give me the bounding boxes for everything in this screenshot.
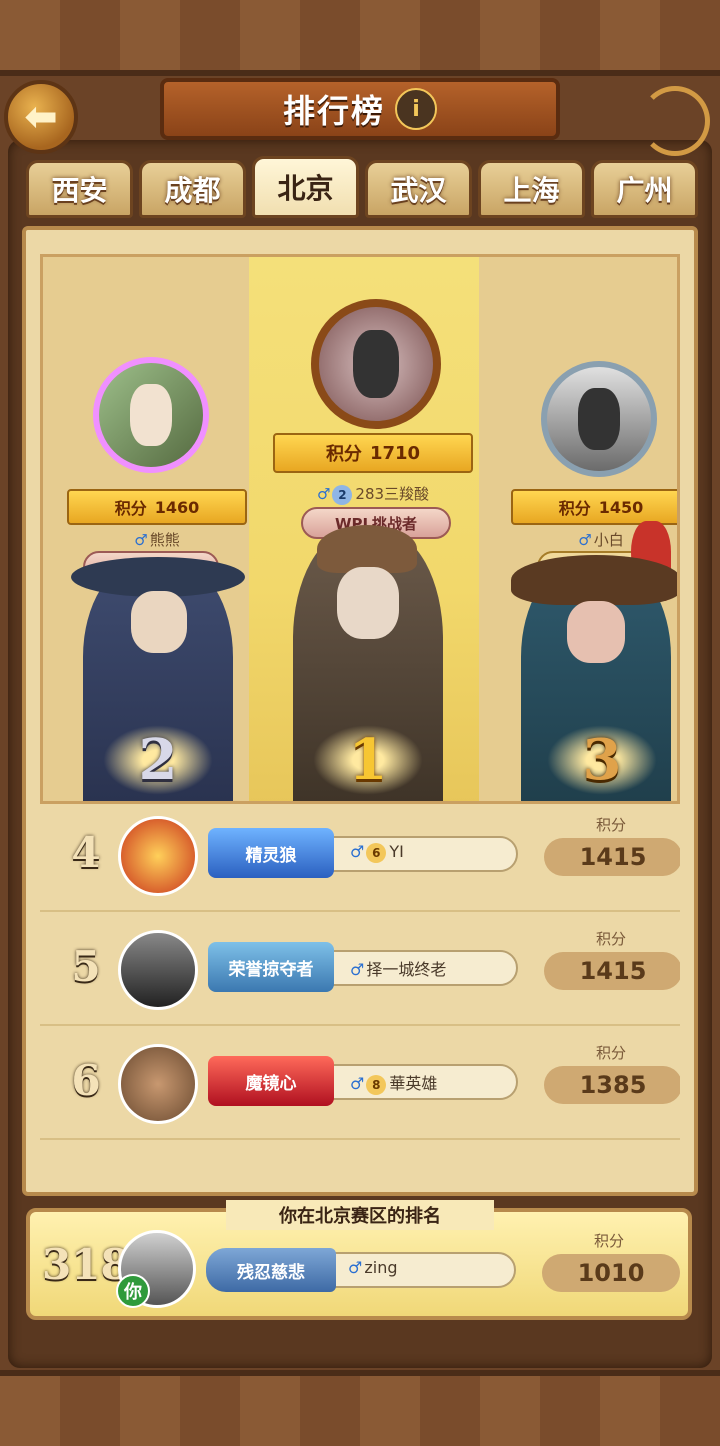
tab-shanghai[interactable]: 上海 <box>478 160 585 218</box>
bottom-wood-border <box>0 1370 720 1446</box>
my-rank-number: 318 <box>42 1240 130 1289</box>
player-name-text: 華英雄 <box>389 1074 438 1093</box>
male-icon: ♂ <box>350 960 365 979</box>
player-name: ♂ 6 YI <box>350 842 404 863</box>
player-name-text: 择一城终老 <box>366 960 447 979</box>
player-name: ♂ 8 華英雄 <box>350 1070 437 1095</box>
avatar[interactable] <box>118 816 198 896</box>
list-item[interactable]: 4 精灵狼 ♂ 6 YI 积分 1415 <box>40 806 680 912</box>
rank-3-medal: 3 <box>547 725 657 795</box>
player-name: ♂ 择一城终老 <box>350 956 446 980</box>
second-score: 1460 <box>154 497 200 517</box>
level-badge: 8 <box>366 1075 387 1095</box>
row-rank: 4 <box>71 828 101 877</box>
ranking-list[interactable]: 4 精灵狼 ♂ 6 YI 积分 1415 5 荣誉掠夺者 ♂ 择一城终老 积分 141… <box>40 806 680 1192</box>
level-badge: 6 <box>366 843 387 863</box>
points-value: 1385 <box>544 1066 680 1104</box>
rank-1-medal: 1 <box>313 725 423 795</box>
tab-chengdu[interactable]: 成都 <box>139 160 246 218</box>
first-score-ribbon: 积分 1710 <box>273 433 473 473</box>
back-arrow-icon: ⬅ <box>24 94 58 140</box>
first-score-label: 积分 <box>325 444 362 465</box>
third-name-text: 小白 <box>593 531 624 549</box>
third-score-label: 积分 <box>558 499 591 518</box>
tab-guangzhou[interactable]: 广州 <box>591 160 698 218</box>
leaderboard-board: 积分 1460 ♂熊熊 WPL挑战者 2 积分 1710 ♂2283三羧酸 WP… <box>22 226 698 1196</box>
points-label: 积分 <box>596 816 627 834</box>
top-three-podium: 积分 1460 ♂熊熊 WPL挑战者 2 积分 1710 ♂2283三羧酸 WP… <box>40 254 680 804</box>
title-badge: 残忍慈悲 <box>206 1248 336 1292</box>
back-button[interactable]: ⬅ <box>4 80 78 154</box>
page-title: 排行榜 <box>282 92 385 130</box>
second-score-ribbon: 积分 1460 <box>67 489 247 525</box>
third-score-ribbon: 积分 1450 <box>511 489 677 525</box>
points-label: 积分 <box>596 1044 627 1062</box>
player-name: ♂ zing <box>348 1258 397 1277</box>
player-name-text: zing <box>364 1258 398 1277</box>
second-score-label: 积分 <box>114 499 147 518</box>
you-badge: 你 <box>116 1274 150 1308</box>
avatar[interactable] <box>118 930 198 1010</box>
points-label: 积分 <box>594 1232 625 1250</box>
region-tabs: 西安 成都 北京 武汉 上海 广州 <box>26 156 698 222</box>
my-rank-title: 你在北京赛区的排名 <box>226 1200 494 1230</box>
second-name-text: 熊熊 <box>149 531 180 549</box>
tab-wuhan[interactable]: 武汉 <box>365 160 472 218</box>
male-icon: ♂ <box>578 531 592 549</box>
top-wood-border <box>0 0 720 76</box>
tab-beijing[interactable]: 北京 <box>252 156 359 218</box>
first-name: ♂ 2 283三羧酸 <box>273 483 473 505</box>
points-label: 积分 <box>596 930 627 948</box>
male-icon: ♂ <box>350 1074 365 1093</box>
rank-2-medal: 2 <box>103 725 213 795</box>
info-icon[interactable]: i <box>395 88 437 130</box>
third-score: 1450 <box>598 497 644 517</box>
male-icon: ♂ <box>134 531 148 549</box>
title-banner: 排行榜 i <box>160 78 560 140</box>
title-badge: 魔镜心 <box>208 1056 334 1106</box>
third-place-avatar[interactable] <box>541 361 657 477</box>
tab-xian[interactable]: 西安 <box>26 160 133 218</box>
points-value: 1415 <box>544 838 680 876</box>
row-rank: 5 <box>71 942 101 991</box>
first-place-avatar[interactable] <box>311 299 441 429</box>
avatar[interactable] <box>118 1044 198 1124</box>
second-name: ♂ 熊熊 <box>67 529 247 550</box>
player-name-text: YI <box>389 842 404 861</box>
row-rank: 6 <box>71 1056 101 1105</box>
list-item[interactable]: 5 荣誉掠夺者 ♂ 择一城终老 积分 1415 <box>40 920 680 1026</box>
second-place-avatar[interactable] <box>93 357 209 473</box>
male-icon: ♂ <box>316 485 331 503</box>
corner-ornament <box>640 86 710 156</box>
first-score: 1710 <box>369 442 421 464</box>
male-icon: ♂ <box>350 842 365 861</box>
points-value: 1415 <box>544 952 680 990</box>
first-name-text: 283三羧酸 <box>355 485 430 503</box>
title-badge: 荣誉掠夺者 <box>208 942 334 992</box>
points-value: 1010 <box>542 1254 680 1292</box>
level-badge: 2 <box>332 485 353 505</box>
title-badge: 精灵狼 <box>208 828 334 878</box>
male-icon: ♂ <box>348 1258 363 1277</box>
list-item[interactable]: 6 魔镜心 ♂ 8 華英雄 积分 1385 <box>40 1034 680 1140</box>
